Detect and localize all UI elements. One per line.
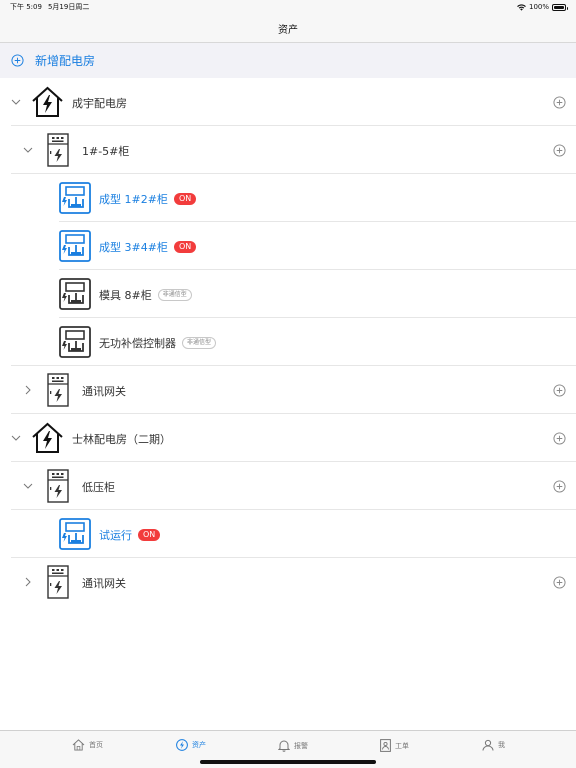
status-date: 5月19日周二: [47, 3, 90, 11]
meter-device-icon: [59, 230, 91, 262]
status-bar: 下午 5:09 5月19日周二 100%: [0, 0, 576, 14]
bell-icon: [278, 740, 290, 752]
tree-row-label: 低压柜: [82, 481, 115, 494]
status-badge: 非通信型: [157, 289, 192, 301]
cabinet-icon: [47, 373, 69, 407]
asset-tree: 成宇配电房 1#-5#柜 成型 1#2#柜 ON 成型 3#4#柜 ON 模具 …: [0, 78, 576, 730]
tree-row-gateway[interactable]: 通讯网关: [0, 558, 576, 606]
tree-row-label: 通讯网关: [82, 577, 126, 590]
meter-device-icon: [59, 326, 91, 358]
plus-circle-icon[interactable]: [553, 480, 566, 493]
add-room-button[interactable]: 新增配电房: [0, 43, 576, 77]
meter-device-icon: [59, 182, 91, 214]
chevron-down-icon[interactable]: [11, 433, 21, 443]
tree-row-label: 士林配电房（二期）: [72, 433, 171, 446]
lightning-icon: [176, 739, 188, 751]
tree-row-label: 无功补偿控制器 非通信型: [99, 335, 217, 351]
tree-row-cabinet-group[interactable]: 1#-5#柜: [0, 126, 576, 174]
room-house-icon: [32, 86, 63, 117]
chevron-down-icon[interactable]: [23, 145, 33, 155]
plus-circle-icon[interactable]: [553, 96, 566, 109]
chevron-down-icon[interactable]: [11, 97, 21, 107]
tree-row-label: 成宇配电房: [72, 97, 127, 110]
status-badge: 非通信型: [182, 337, 217, 349]
home-indicator: [200, 760, 376, 764]
cabinet-icon: [47, 565, 69, 599]
plus-circle-icon[interactable]: [553, 576, 566, 589]
tree-row-label: 模具 8#柜 非通信型: [99, 287, 192, 303]
plus-circle-icon[interactable]: [553, 384, 566, 397]
tree-row-label: 通讯网关: [82, 385, 126, 398]
add-room-label: 新增配电房: [35, 53, 96, 68]
nav-bar: 资产: [0, 14, 576, 43]
meter-device-icon: [59, 518, 91, 550]
battery-percent: 100%: [528, 3, 549, 11]
home-icon: [72, 739, 85, 751]
tree-row-room[interactable]: 士林配电房（二期）: [0, 414, 576, 462]
status-badge: ON: [173, 193, 197, 205]
user-icon: [482, 739, 494, 751]
room-house-icon: [32, 422, 63, 453]
tree-row-device[interactable]: 成型 1#2#柜 ON: [0, 174, 576, 222]
plus-circle-icon: [11, 53, 24, 67]
tree-row-device[interactable]: 试运行 ON: [0, 510, 576, 558]
tree-row-room[interactable]: 成宇配电房: [0, 78, 576, 126]
tree-row-label: 成型 3#4#柜 ON: [99, 239, 197, 255]
plus-circle-icon[interactable]: [553, 144, 566, 157]
tab-me[interactable]: 我: [482, 739, 505, 751]
tree-row-label: 试运行 ON: [99, 527, 161, 543]
status-badge: ON: [138, 529, 161, 541]
battery-icon: [552, 3, 568, 11]
meter-device-icon: [59, 278, 91, 310]
tree-row-cabinet-group[interactable]: 低压柜: [0, 462, 576, 510]
tree-row-label: 1#-5#柜: [82, 145, 130, 158]
tree-row-gateway[interactable]: 通讯网关: [0, 366, 576, 414]
tree-row-device[interactable]: 成型 3#4#柜 ON: [0, 222, 576, 270]
chevron-right-icon[interactable]: [23, 577, 33, 587]
chevron-right-icon[interactable]: [23, 385, 33, 395]
tab-assets[interactable]: 资产: [176, 739, 206, 751]
status-time: 下午 5:09: [10, 3, 42, 11]
tree-row-device[interactable]: 模具 8#柜 非通信型: [0, 270, 576, 318]
cabinet-icon: [47, 469, 69, 503]
cabinet-icon: [47, 133, 69, 167]
tree-row-device[interactable]: 无功补偿控制器 非通信型: [0, 318, 576, 366]
chevron-down-icon[interactable]: [23, 481, 33, 491]
workorder-icon: [380, 739, 391, 752]
wifi-icon: [517, 3, 526, 11]
tab-alarms[interactable]: 报警: [278, 739, 308, 752]
tab-workorders[interactable]: 工单: [380, 739, 409, 752]
tab-home[interactable]: 首页: [72, 739, 103, 751]
page-title: 资产: [278, 24, 298, 36]
tree-row-label: 成型 1#2#柜 ON: [99, 191, 197, 207]
plus-circle-icon[interactable]: [553, 432, 566, 445]
status-badge: ON: [173, 241, 197, 253]
